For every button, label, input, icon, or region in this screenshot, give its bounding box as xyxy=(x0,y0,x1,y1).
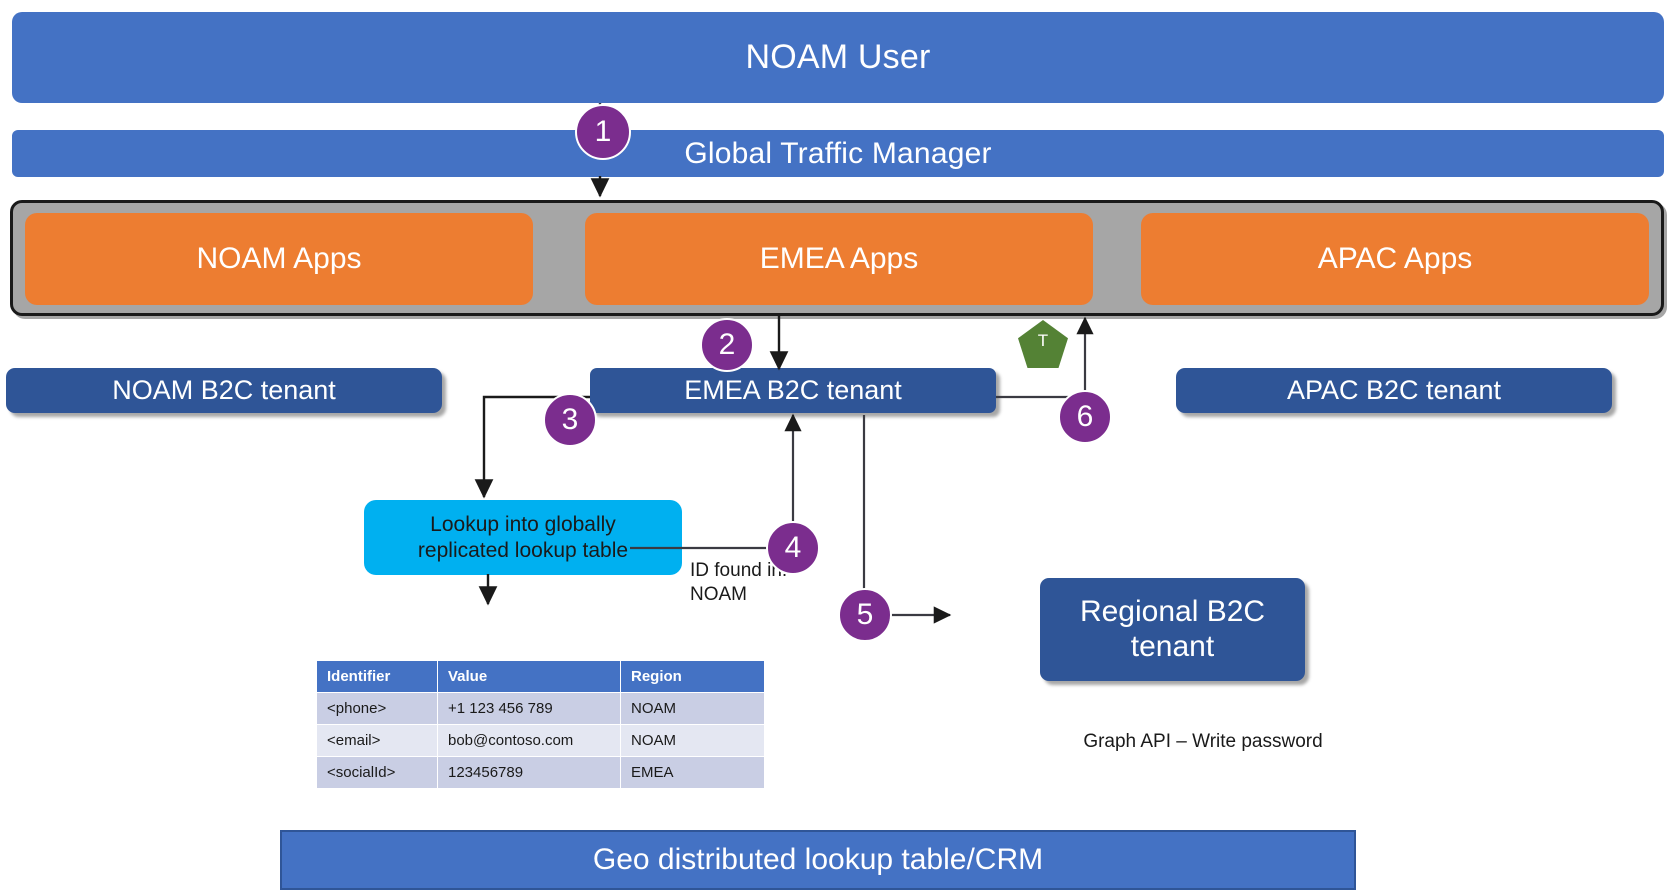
cell-region: NOAM xyxy=(620,692,765,725)
apac-apps-label: APAC Apps xyxy=(1317,242,1473,275)
lookup-data-table: Identifier Value Region <phone> +1 123 4… xyxy=(316,660,765,789)
regional-b2c-tenant-label: Regional B2C tenant xyxy=(1079,595,1266,663)
cell-identifier: <email> xyxy=(316,724,438,757)
step-badge-2: 2 xyxy=(700,318,754,372)
step-badge-4-label: 4 xyxy=(784,531,802,564)
step-badge-1: 1 xyxy=(575,104,631,160)
noam-b2c-tenant-box[interactable]: NOAM B2C tenant xyxy=(6,368,442,413)
apac-b2c-tenant-box[interactable]: APAC B2C tenant xyxy=(1176,368,1612,413)
lookup-table-action-box[interactable]: Lookup into globally replicated lookup t… xyxy=(364,500,682,575)
apac-b2c-tenant-label: APAC B2C tenant xyxy=(1286,374,1502,405)
table-header-value: Value xyxy=(437,660,621,693)
table-header-region: Region xyxy=(620,660,765,693)
step-badge-4: 4 xyxy=(766,521,820,575)
emea-b2c-tenant-label: EMEA B2C tenant xyxy=(684,374,902,405)
cell-value: bob@contoso.com xyxy=(437,724,621,757)
token-pentagon-icon: T xyxy=(1018,320,1068,368)
step-badge-6-label: 6 xyxy=(1076,400,1094,433)
table-row[interactable]: <phone> +1 123 456 789 NOAM xyxy=(316,692,765,725)
graph-api-caption: Graph API – Write password xyxy=(1038,705,1368,754)
cell-region: EMEA xyxy=(620,756,765,789)
step-badge-3-label: 3 xyxy=(561,403,579,436)
cell-identifier: <socialId> xyxy=(316,756,438,789)
step-badge-5: 5 xyxy=(838,588,892,642)
token-letter-label: T xyxy=(1037,331,1049,350)
cell-identifier: <phone> xyxy=(316,692,438,725)
step-badge-5-label: 5 xyxy=(856,598,874,631)
diagram-canvas: NOAM User Global Traffic Manager NOAM Ap… xyxy=(0,0,1676,896)
emea-apps-box[interactable]: EMEA Apps xyxy=(585,213,1093,305)
global-traffic-manager-label: Global Traffic Manager xyxy=(684,136,992,170)
table-header-identifier: Identifier xyxy=(316,660,438,693)
lookup-data-table-wrapper: Identifier Value Region <phone> +1 123 4… xyxy=(316,660,765,789)
regional-b2c-tenant-box[interactable]: Regional B2C tenant xyxy=(1040,578,1305,681)
geo-distributed-crm-label: Geo distributed lookup table/CRM xyxy=(592,843,1044,876)
step-badge-3: 3 xyxy=(543,393,597,447)
cell-region: NOAM xyxy=(620,724,765,757)
apps-region-container: NOAM Apps EMEA Apps APAC Apps xyxy=(10,200,1664,316)
noam-b2c-tenant-label: NOAM B2C tenant xyxy=(112,374,336,405)
noam-apps-label: NOAM Apps xyxy=(196,242,362,275)
noam-user-banner: NOAM User xyxy=(12,12,1664,103)
lookup-table-action-label: Lookup into globally replicated lookup t… xyxy=(417,512,629,562)
noam-user-label: NOAM User xyxy=(745,38,931,76)
emea-b2c-tenant-box[interactable]: EMEA B2C tenant xyxy=(590,368,996,413)
emea-apps-label: EMEA Apps xyxy=(759,242,919,275)
cell-value: +1 123 456 789 xyxy=(437,692,621,725)
table-row[interactable]: <socialId> 123456789 EMEA xyxy=(316,756,765,789)
global-traffic-manager-banner: Global Traffic Manager xyxy=(12,130,1664,177)
geo-distributed-crm-bar: Geo distributed lookup table/CRM xyxy=(280,830,1356,890)
noam-apps-box[interactable]: NOAM Apps xyxy=(25,213,533,305)
step-badge-1-label: 1 xyxy=(594,115,612,148)
table-row[interactable]: <email> bob@contoso.com NOAM xyxy=(316,724,765,757)
step-badge-2-label: 2 xyxy=(718,328,736,361)
apac-apps-box[interactable]: APAC Apps xyxy=(1141,213,1649,305)
graph-api-label: Graph API – Write password xyxy=(1083,730,1323,752)
table-header-row: Identifier Value Region xyxy=(316,660,765,693)
cell-value: 123456789 xyxy=(437,756,621,789)
step-badge-6: 6 xyxy=(1058,390,1112,444)
